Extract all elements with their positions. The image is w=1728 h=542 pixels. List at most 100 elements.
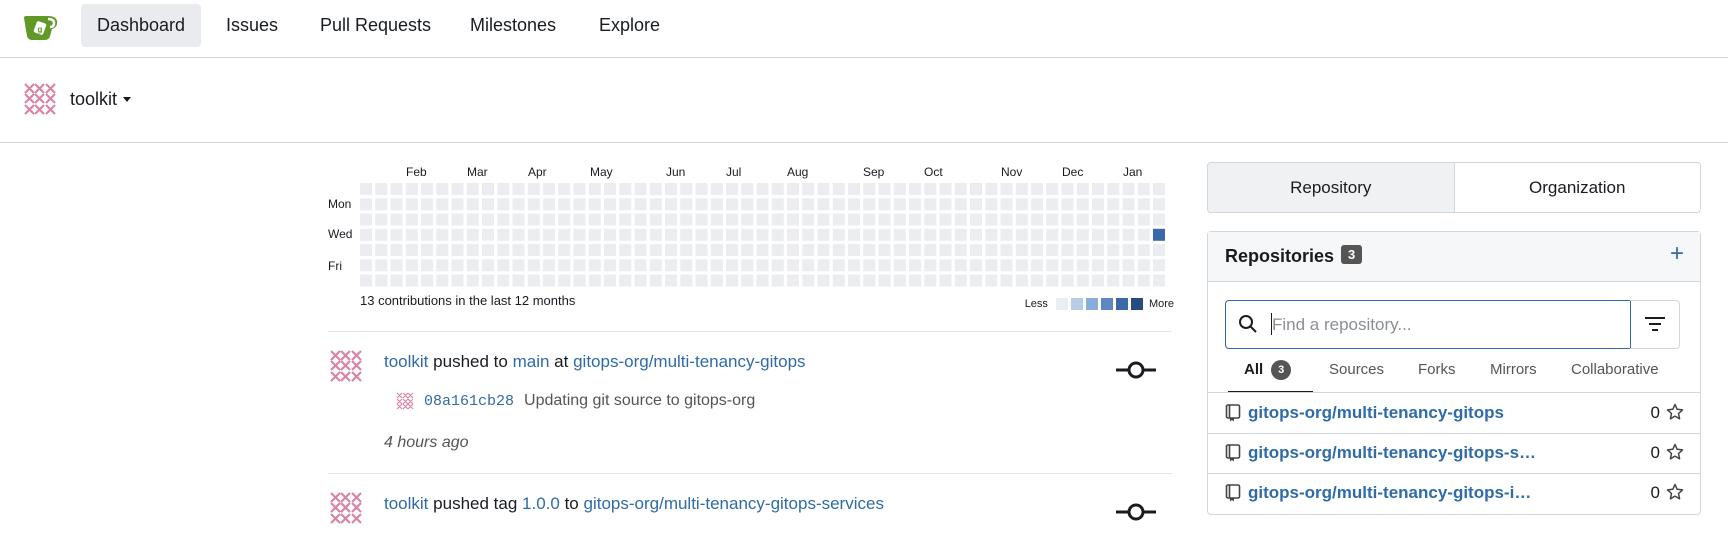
heatmap-cell [527, 213, 540, 226]
heatmap-cell [1031, 244, 1043, 256]
heatmap-cell [436, 228, 449, 241]
repo-list-item[interactable]: gitops-org/multi-tenancy-gitops 0 [1208, 393, 1700, 434]
heatmap-cell [1015, 183, 1028, 195]
heatmap-cell [1046, 259, 1059, 272]
heatmap-cell [665, 198, 677, 211]
heatmap-cell [832, 198, 845, 211]
heatmap-cell [954, 198, 967, 211]
heatmap-cell [771, 183, 784, 195]
heatmap-cell [1046, 244, 1059, 256]
heatmap-cell [405, 259, 418, 272]
filter-tab-sources[interactable]: Sources [1329, 355, 1384, 385]
user-avatar[interactable] [22, 81, 58, 117]
repo-name-link[interactable]: gitops-org/multi-tenancy-gitops [1248, 403, 1540, 423]
heatmap-cell [726, 213, 738, 226]
user-avatar[interactable] [328, 490, 364, 526]
repo-search-field [1225, 300, 1631, 349]
heatmap-cell [665, 244, 677, 256]
heatmap-cell [863, 274, 876, 287]
heatmap-cell [1031, 259, 1043, 272]
heatmap-cell [482, 213, 494, 226]
heatmap-cell [924, 198, 937, 211]
heatmap-cell [893, 183, 906, 195]
heatmap-cell [787, 244, 799, 256]
filter-tab-mirrors[interactable]: Mirrors [1490, 355, 1537, 385]
user-avatar[interactable] [328, 348, 364, 384]
tab-repository[interactable]: Repository [1208, 163, 1455, 212]
heatmap-cell [848, 213, 860, 226]
heatmap-cell [512, 183, 525, 195]
filter-button[interactable] [1630, 300, 1680, 349]
heatmap-cell [985, 213, 998, 226]
nav-pull-requests[interactable]: Pull Requests [304, 4, 447, 47]
heatmap-cell [558, 183, 571, 195]
heatmap-cell [482, 228, 494, 241]
feed-branch-link[interactable]: main [513, 352, 550, 371]
heatmap-cell [710, 274, 723, 287]
tab-organization[interactable]: Organization [1455, 163, 1701, 212]
feed-user-link[interactable]: toolkit [384, 494, 428, 513]
heatmap-cell [1153, 259, 1165, 272]
repo-icon [1225, 484, 1241, 502]
nav-milestones[interactable]: Milestones [454, 4, 572, 47]
nav-issues[interactable]: Issues [210, 4, 294, 47]
heatmap-cell [360, 213, 372, 226]
heatmap-cell [604, 274, 616, 287]
heatmap-cell [939, 244, 952, 256]
heatmap-cell [710, 198, 723, 211]
heatmap-cell [390, 213, 403, 226]
heatmap-cell [954, 259, 967, 272]
heatmap-cell [588, 228, 601, 241]
feed-tag-link[interactable]: 1.0.0 [522, 494, 560, 513]
heatmap-day-label: Mon [328, 197, 352, 211]
heatmap-cell [543, 198, 555, 211]
legend-swatch [1130, 298, 1143, 310]
filter-tab-collaborative[interactable]: Collaborative [1571, 355, 1659, 385]
feed-user-link[interactable]: toolkit [384, 352, 428, 371]
context-user-name[interactable]: toolkit [70, 89, 117, 110]
repo-list-item[interactable]: gitops-org/multi-tenancy-gitops-services… [1208, 433, 1700, 474]
repo-name-link[interactable]: gitops-org/multi-tenancy-gitops-infra [1248, 483, 1540, 503]
heatmap-cell [1137, 228, 1150, 241]
caret-down-icon[interactable] [123, 97, 131, 102]
heatmap-cell [985, 259, 998, 272]
heatmap-cell [451, 259, 464, 272]
heatmap-cell [436, 274, 449, 287]
heatmap-cell [512, 198, 525, 211]
heatmap-cell [832, 213, 845, 226]
filter-count-badge: 3 [1271, 360, 1292, 380]
nav-dashboard[interactable]: Dashboard [81, 4, 202, 47]
heatmap-cell [817, 183, 830, 195]
heatmap-cell [1031, 183, 1043, 195]
filter-tab-all[interactable]: All 3 [1244, 355, 1292, 385]
commit-sha-link[interactable]: 08a161cb28 [424, 393, 514, 410]
heatmap-cell [497, 274, 510, 287]
heatmap-cell [1137, 213, 1150, 226]
heatmap-cell [832, 183, 845, 195]
heatmap-cell [390, 274, 403, 287]
nav-explore[interactable]: Explore [583, 4, 676, 47]
gitea-logo-icon[interactable]: g [22, 10, 60, 44]
heatmap-cell [527, 183, 540, 195]
heatmap-cell [375, 183, 388, 195]
repo-name-link[interactable]: gitops-org/multi-tenancy-gitops-services [1248, 443, 1540, 463]
add-repository-button[interactable]: + [1670, 241, 1684, 267]
heatmap-cell [893, 198, 906, 211]
heatmap-cell [893, 244, 906, 256]
heatmap-cell [497, 198, 510, 211]
heatmap-cell [375, 213, 388, 226]
commit-row: 08a161cb28 Updating git source to gitops… [396, 392, 755, 410]
heatmap-cell [1046, 198, 1059, 211]
heatmap-cell [848, 244, 860, 256]
repo-list-item[interactable]: gitops-org/multi-tenancy-gitops-infra 0 [1208, 473, 1700, 513]
filter-tab-forks[interactable]: Forks [1418, 355, 1456, 385]
repo-search-input[interactable] [1270, 311, 1624, 339]
heatmap-cell [893, 228, 906, 241]
feed-repo-link[interactable]: gitops-org/multi-tenancy-gitops [573, 352, 805, 371]
heatmap-month-label: Dec [1062, 165, 1084, 179]
feed-repo-link[interactable]: gitops-org/multi-tenancy-gitops-services [584, 494, 884, 513]
heatmap-cell [695, 198, 708, 211]
heatmap-cell [710, 228, 723, 241]
heatmap-cell [878, 213, 891, 226]
repo-icon [1225, 404, 1241, 422]
